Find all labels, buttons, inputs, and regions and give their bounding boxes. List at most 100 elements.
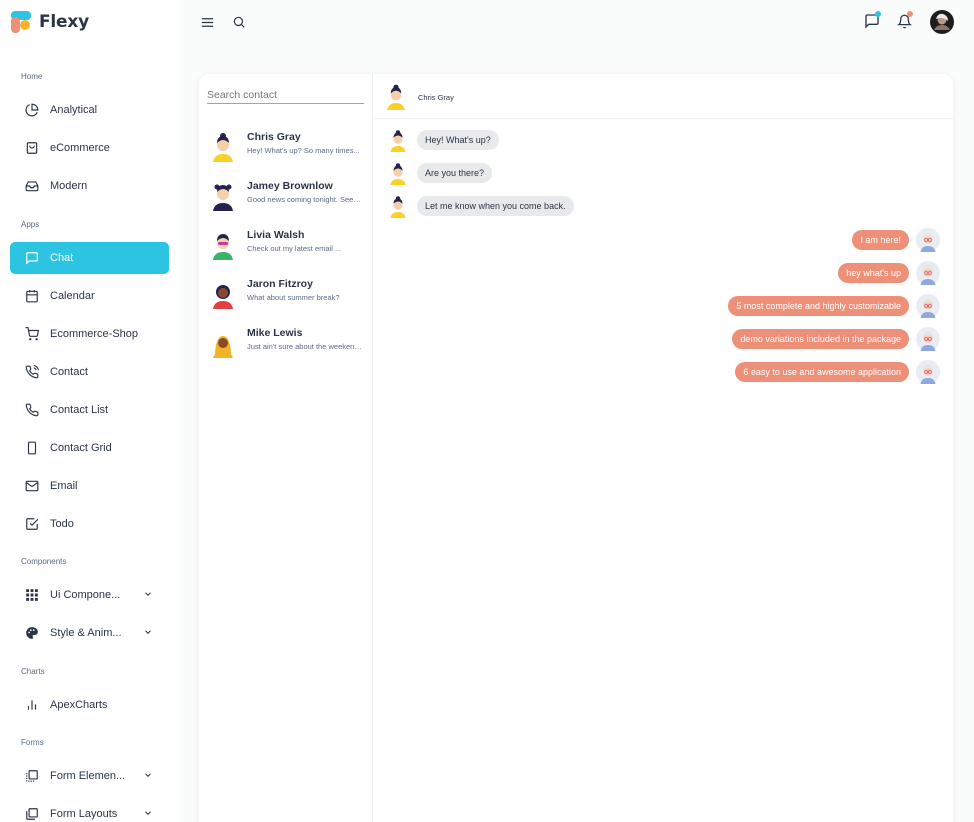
incoming-message: Hey! What's up? bbox=[386, 128, 499, 152]
chevron-down-icon bbox=[143, 627, 153, 640]
contact-last-message: Hey! What's up? So many times... bbox=[247, 146, 360, 155]
message-badge bbox=[875, 11, 881, 17]
my-avatar bbox=[916, 261, 940, 285]
profile-avatar[interactable] bbox=[930, 10, 954, 34]
topbar bbox=[179, 0, 974, 44]
section-label-forms: Forms bbox=[21, 738, 44, 747]
user-avatar-5 bbox=[207, 326, 239, 358]
search-contact-input[interactable] bbox=[207, 84, 364, 104]
chat-header: Chris Gray bbox=[374, 74, 953, 119]
message-bubble: 6 easy to use and awesome application bbox=[735, 362, 909, 382]
user-avatar-2 bbox=[207, 179, 239, 211]
sidebar-item-contact-grid[interactable]: Contact Grid bbox=[10, 432, 169, 464]
incoming-message: Let me know when you come back. bbox=[386, 194, 574, 218]
contact-last-message: Good news coming tonight. Seems... bbox=[247, 195, 362, 204]
message-bubble: demo variations included in the package bbox=[732, 329, 909, 349]
chevron-down-icon bbox=[143, 770, 153, 783]
form-elements-icon bbox=[24, 768, 40, 784]
check-square-icon bbox=[24, 516, 40, 532]
sidebar-item-label: Ecommerce-Shop bbox=[50, 328, 139, 340]
sidebar-item-label: eCommerce bbox=[50, 142, 110, 154]
contact-item-jaron-fitzroy[interactable]: Jaron Fitzroy What about summer break? bbox=[207, 273, 367, 317]
sidebar-item-form-elements[interactable]: Form Elemen... bbox=[10, 760, 169, 792]
pie-chart-icon bbox=[24, 102, 40, 118]
contact-name: Chris Gray bbox=[247, 131, 301, 143]
section-label-charts: Charts bbox=[21, 667, 45, 676]
sender-avatar bbox=[386, 194, 410, 218]
contacts-panel: Chris Gray Hey! What's up? So many times… bbox=[199, 74, 373, 822]
smartphone-icon bbox=[24, 440, 40, 456]
incoming-message: Are you there? bbox=[386, 161, 493, 185]
sidebar-item-chat[interactable]: Chat bbox=[10, 242, 169, 274]
sidebar-item-email[interactable]: Email bbox=[10, 470, 169, 502]
sender-avatar bbox=[386, 161, 410, 185]
outgoing-message: hey what's up bbox=[838, 261, 940, 285]
contact-item-mike-lewis[interactable]: Mike Lewis Just ain't sure about the wee… bbox=[207, 322, 367, 366]
bar-chart-icon bbox=[24, 697, 40, 713]
sender-avatar bbox=[386, 128, 410, 152]
message-bubble: Hey! What's up? bbox=[417, 130, 499, 150]
sidebar-item-label: Form Layouts bbox=[50, 808, 118, 820]
sidebar-item-ecommerce-shop[interactable]: Ecommerce-Shop bbox=[10, 318, 169, 350]
search-icon[interactable] bbox=[230, 13, 248, 31]
chevron-down-icon bbox=[143, 589, 153, 602]
chat-header-avatar bbox=[382, 82, 410, 110]
sidebar-item-label: Contact Grid bbox=[50, 442, 112, 454]
contact-item-jamey-brownlow[interactable]: Jamey Brownlow Good news coming tonight.… bbox=[207, 175, 367, 219]
outgoing-message: 5 most complete and highly customizable bbox=[728, 294, 940, 318]
sidebar-item-contact[interactable]: Contact bbox=[10, 356, 169, 388]
chat-header-name: Chris Gray bbox=[418, 93, 454, 102]
sidebar-item-label: Chat bbox=[50, 252, 74, 264]
sidebar-item-ecommerce[interactable]: eCommerce bbox=[10, 132, 169, 164]
contact-name: Jaron Fitzroy bbox=[247, 278, 313, 290]
sidebar-item-label: ApexCharts bbox=[50, 699, 108, 711]
shopping-cart-icon bbox=[24, 326, 40, 342]
chat-card: Chris Gray Hey! What's up? So many times… bbox=[199, 74, 953, 822]
sidebar-item-label: Todo bbox=[50, 518, 74, 530]
phone-icon bbox=[24, 402, 40, 418]
section-label-home: Home bbox=[21, 72, 43, 81]
sidebar-item-label: Email bbox=[50, 480, 78, 492]
contact-item-livia-walsh[interactable]: Livia Walsh Check out my latest email ..… bbox=[207, 224, 367, 268]
sidebar: Flexy Home Analytical eCommerce Modern A… bbox=[0, 0, 179, 822]
contact-last-message: What about summer break? bbox=[247, 293, 340, 302]
contact-name: Mike Lewis bbox=[247, 327, 303, 339]
contact-name: Jamey Brownlow bbox=[247, 180, 333, 192]
sidebar-item-label: Contact List bbox=[50, 404, 109, 416]
sidebar-item-contact-list[interactable]: Contact List bbox=[10, 394, 169, 426]
sidebar-item-label: Calendar bbox=[50, 290, 95, 302]
sidebar-item-apexcharts[interactable]: ApexCharts bbox=[10, 689, 169, 721]
sidebar-item-form-layouts[interactable]: Form Layouts bbox=[10, 798, 169, 822]
phone-call-icon bbox=[24, 364, 40, 380]
outgoing-message: 6 easy to use and awesome application bbox=[735, 360, 940, 384]
mail-icon bbox=[24, 478, 40, 494]
outgoing-message: demo variations included in the package bbox=[732, 327, 940, 351]
user-avatar-3 bbox=[207, 228, 239, 260]
flexy-logo-icon bbox=[11, 11, 31, 33]
grid-icon bbox=[24, 587, 40, 603]
sidebar-item-todo[interactable]: Todo bbox=[10, 508, 169, 540]
app-logo[interactable]: Flexy bbox=[11, 11, 89, 33]
message-bubble: hey what's up bbox=[838, 263, 909, 283]
menu-icon[interactable] bbox=[198, 13, 216, 31]
calendar-icon bbox=[24, 288, 40, 304]
sidebar-item-calendar[interactable]: Calendar bbox=[10, 280, 169, 312]
sidebar-item-label: Style & Anim... bbox=[50, 627, 122, 639]
palette-icon bbox=[24, 625, 40, 641]
sidebar-item-analytical[interactable]: Analytical bbox=[10, 94, 169, 126]
sidebar-item-label: Form Elemen... bbox=[50, 770, 126, 782]
sidebar-item-label: Modern bbox=[50, 180, 88, 192]
section-label-components: Components bbox=[21, 557, 67, 566]
sidebar-item-modern[interactable]: Modern bbox=[10, 170, 169, 202]
app-name: Flexy bbox=[39, 12, 90, 32]
inbox-icon bbox=[24, 178, 40, 194]
sidebar-item-ui-components[interactable]: Ui Compone... bbox=[10, 579, 169, 611]
message-bubble: I am here! bbox=[852, 230, 909, 250]
sidebar-item-style-animation[interactable]: Style & Anim... bbox=[10, 617, 169, 649]
contact-last-message: Check out my latest email ... bbox=[247, 244, 342, 253]
notification-badge bbox=[907, 11, 913, 17]
my-avatar bbox=[916, 294, 940, 318]
contact-item-chris-gray[interactable]: Chris Gray Hey! What's up? So many times… bbox=[207, 126, 367, 170]
my-avatar bbox=[916, 360, 940, 384]
form-layouts-icon bbox=[24, 806, 40, 822]
